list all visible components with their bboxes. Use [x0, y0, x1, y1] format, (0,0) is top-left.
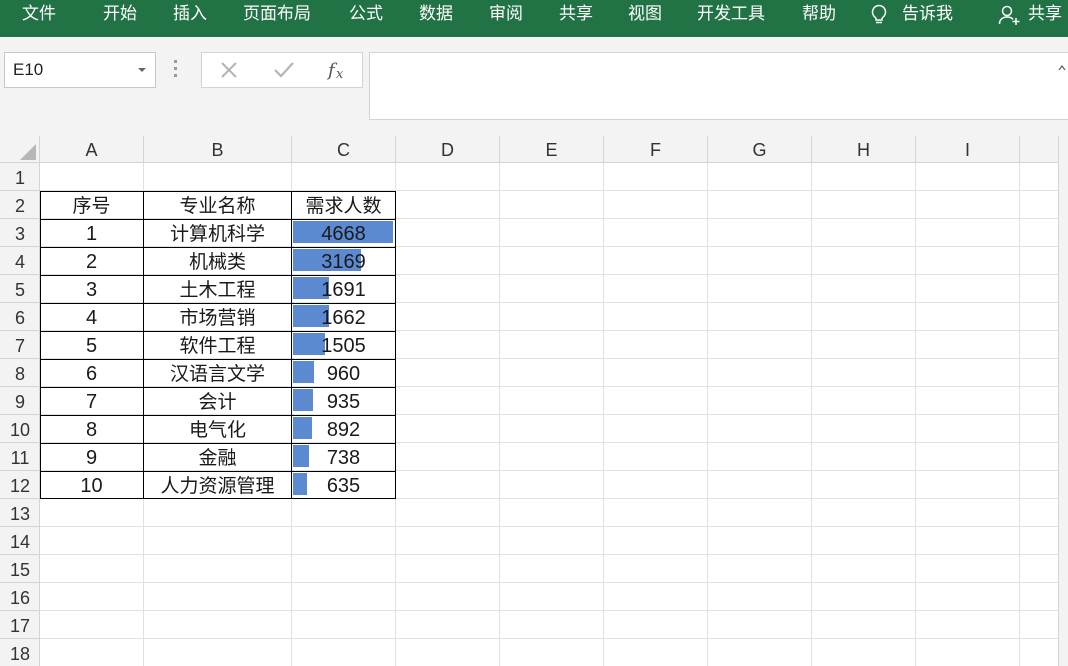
ribbon-tab-bar: 文件 开始 插入 页面布局 公式 数据 审阅 共享 视图 开发工具 帮助 告诉我…: [0, 0, 1068, 37]
cell-no[interactable]: 8: [40, 415, 143, 443]
cell-demand[interactable]: 935: [292, 387, 395, 415]
cell-demand[interactable]: 892: [292, 415, 395, 443]
tell-me-label: 告诉我: [902, 4, 953, 24]
row-header-1[interactable]: 1: [0, 163, 39, 191]
cell-demand[interactable]: 1691: [292, 275, 395, 303]
cell-major[interactable]: 电气化: [144, 415, 291, 443]
header-cell-no[interactable]: 序号: [40, 191, 143, 219]
lightbulb-icon: [871, 4, 887, 24]
cell-no[interactable]: 4: [40, 303, 143, 331]
cell-no[interactable]: 10: [40, 471, 143, 499]
formula-bar: E10 f x: [0, 37, 1068, 136]
tab-review[interactable]: 审阅: [489, 0, 523, 30]
svg-text:x: x: [336, 67, 344, 82]
cell-major[interactable]: 软件工程: [144, 331, 291, 359]
cell-no[interactable]: 5: [40, 331, 143, 359]
share-label: 共享: [1028, 4, 1062, 24]
header-cell-major[interactable]: 专业名称: [144, 191, 291, 219]
cell-no[interactable]: 3: [40, 275, 143, 303]
tab-formulas[interactable]: 公式: [349, 0, 383, 30]
row-headers: 1 2 3 4 5 6 7 8 9 10 11 12 13 14 15 16 17 18: [0, 163, 40, 666]
row-header-8[interactable]: 8: [0, 359, 39, 387]
cell-major[interactable]: 机械类: [144, 247, 291, 275]
row-header-3[interactable]: 3: [0, 219, 39, 247]
column-headers: ABCDEFGHI: [0, 136, 1060, 163]
cell-major[interactable]: 人力资源管理: [144, 471, 291, 499]
cell-major[interactable]: 土木工程: [144, 275, 291, 303]
cell-major[interactable]: 计算机科学: [144, 219, 291, 247]
tell-me-button[interactable]: 告诉我: [870, 0, 965, 30]
header-cell-demand[interactable]: 需求人数: [292, 191, 395, 219]
cell-demand[interactable]: 960: [292, 359, 395, 387]
vertical-scrollbar[interactable]: [1058, 136, 1068, 666]
tab-file[interactable]: 文件: [22, 0, 56, 30]
column-header-b[interactable]: B: [144, 136, 292, 163]
cell-no[interactable]: 7: [40, 387, 143, 415]
cell-demand[interactable]: 3169: [292, 247, 395, 275]
cell-no[interactable]: 9: [40, 443, 143, 471]
row-header-15[interactable]: 15: [0, 555, 39, 583]
tab-help[interactable]: 帮助: [802, 0, 836, 30]
enter-check-icon[interactable]: [273, 60, 295, 80]
column-header-d[interactable]: D: [396, 136, 500, 163]
row-header-7[interactable]: 7: [0, 331, 39, 359]
tab-view[interactable]: 视图: [628, 0, 662, 30]
select-all-button[interactable]: [0, 136, 40, 163]
column-header-f[interactable]: F: [604, 136, 708, 163]
row-header-12[interactable]: 12: [0, 471, 39, 499]
cell-no[interactable]: 1: [40, 219, 143, 247]
cell-no[interactable]: 6: [40, 359, 143, 387]
drag-handle-icon[interactable]: [174, 60, 178, 80]
cell-demand[interactable]: 635: [292, 471, 395, 499]
tab-insert[interactable]: 插入: [173, 0, 207, 30]
row-header-11[interactable]: 11: [0, 443, 39, 471]
cell-major[interactable]: 金融: [144, 443, 291, 471]
column-header-c[interactable]: C: [292, 136, 396, 163]
cell-major[interactable]: 会计: [144, 387, 291, 415]
row-header-10[interactable]: 10: [0, 415, 39, 443]
column-header-i[interactable]: I: [916, 136, 1020, 163]
row-header-4[interactable]: 4: [0, 247, 39, 275]
formula-input[interactable]: [369, 52, 1068, 120]
person-add-icon: [998, 5, 1020, 25]
name-box[interactable]: E10: [4, 52, 156, 88]
row-header-13[interactable]: 13: [0, 499, 39, 527]
formula-buttons: f x: [201, 52, 363, 88]
cell-major[interactable]: 汉语言文学: [144, 359, 291, 387]
insert-function-icon[interactable]: f x: [326, 58, 350, 82]
cell-demand[interactable]: 738: [292, 443, 395, 471]
row-header-2[interactable]: 2: [0, 191, 39, 219]
row-header-17[interactable]: 17: [0, 611, 39, 639]
row-header-6[interactable]: 6: [0, 303, 39, 331]
tab-data[interactable]: 数据: [419, 0, 453, 30]
tab-share[interactable]: 共享: [559, 0, 593, 30]
column-header-h[interactable]: H: [812, 136, 916, 163]
cancel-icon[interactable]: [219, 60, 239, 80]
tab-developer[interactable]: 开发工具: [697, 0, 765, 30]
column-header-a[interactable]: A: [40, 136, 144, 163]
row-header-9[interactable]: 9: [0, 387, 39, 415]
cell-demand[interactable]: 4668: [292, 219, 395, 247]
column-header-e[interactable]: E: [500, 136, 604, 163]
chevron-up-icon[interactable]: [1058, 65, 1066, 71]
cell-major[interactable]: 市场营销: [144, 303, 291, 331]
chevron-down-icon[interactable]: [138, 68, 146, 72]
column-header-g[interactable]: G: [708, 136, 812, 163]
name-box-value: E10: [13, 60, 44, 79]
row-header-14[interactable]: 14: [0, 527, 39, 555]
cell-demand[interactable]: 1662: [292, 303, 395, 331]
share-button[interactable]: 共享: [998, 0, 1068, 30]
row-header-18[interactable]: 18: [0, 639, 39, 666]
cell-no[interactable]: 2: [40, 247, 143, 275]
row-header-5[interactable]: 5: [0, 275, 39, 303]
worksheet-grid[interactable]: 序号 专业名称 需求人数 1 计算机科学 4668 2 机械类 3169 3 土木工程 1691 4 市场…: [40, 163, 1058, 666]
cell-demand[interactable]: 1505: [292, 331, 395, 359]
row-header-16[interactable]: 16: [0, 583, 39, 611]
tab-home[interactable]: 开始: [103, 0, 137, 30]
tab-page-layout[interactable]: 页面布局: [243, 0, 311, 30]
